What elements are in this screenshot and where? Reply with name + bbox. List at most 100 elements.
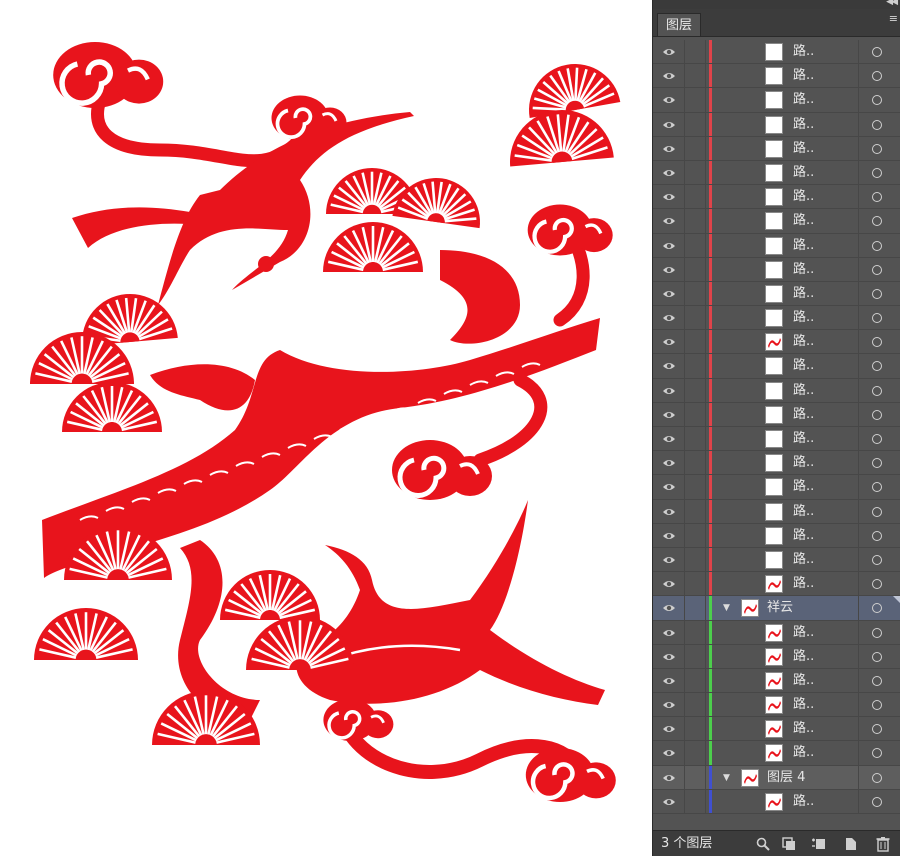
sublayer-row[interactable]: 路.. — [653, 354, 900, 379]
lock-toggle[interactable] — [685, 644, 706, 668]
lock-toggle[interactable] — [685, 572, 706, 596]
layer-name[interactable]: 路.. — [793, 88, 814, 111]
layer-name[interactable]: 路.. — [793, 64, 814, 87]
lock-toggle[interactable] — [685, 257, 706, 281]
target-circle-icon[interactable] — [858, 40, 900, 64]
target-circle-icon[interactable] — [858, 281, 900, 306]
tab-layers[interactable]: 图层 — [657, 13, 701, 36]
visibility-eye-icon[interactable] — [653, 596, 685, 620]
lock-toggle[interactable] — [685, 620, 706, 644]
sublayer-row[interactable]: 路.. — [653, 378, 900, 403]
lock-toggle[interactable] — [685, 136, 706, 160]
sublayer-row[interactable]: 路.. — [653, 668, 900, 694]
target-circle-icon[interactable] — [858, 499, 900, 523]
layer-name[interactable]: 路.. — [793, 403, 814, 426]
layer-name[interactable]: 路.. — [793, 451, 814, 474]
sublayer-row[interactable]: 路.. — [653, 572, 900, 597]
lock-toggle[interactable] — [685, 281, 706, 306]
visibility-eye-icon[interactable] — [653, 233, 685, 257]
layer-name[interactable]: 路.. — [793, 500, 814, 523]
lock-toggle[interactable] — [685, 741, 706, 765]
sublayer-row[interactable]: 路.. — [653, 693, 900, 718]
sublayer-row[interactable]: 路.. — [653, 620, 900, 645]
artboard-canvas[interactable] — [0, 0, 652, 856]
layer-name[interactable]: 路.. — [793, 113, 814, 136]
visibility-eye-icon[interactable] — [653, 402, 685, 426]
layer-name[interactable]: 路.. — [793, 524, 814, 547]
layer-name[interactable]: 路.. — [793, 548, 814, 571]
layer-name[interactable]: 祥云 — [767, 596, 793, 619]
sublayer-row[interactable]: 路.. — [653, 499, 900, 524]
layer-name[interactable]: 路.. — [793, 693, 814, 716]
target-circle-icon[interactable] — [858, 523, 900, 547]
sublayer-row[interactable]: 路.. — [653, 306, 900, 331]
visibility-eye-icon[interactable] — [653, 547, 685, 572]
layer-name[interactable]: 路.. — [793, 475, 814, 498]
lock-toggle[interactable] — [685, 160, 706, 185]
double-chevron-left-icon[interactable]: ◀◀ — [886, 0, 898, 7]
layer-name[interactable]: 路.. — [793, 40, 814, 63]
target-circle-icon[interactable] — [858, 112, 900, 136]
visibility-eye-icon[interactable] — [653, 354, 685, 378]
sublayer-row[interactable]: 路.. — [653, 523, 900, 548]
visibility-eye-icon[interactable] — [653, 572, 685, 596]
lock-toggle[interactable] — [685, 765, 706, 789]
search-icon[interactable] — [755, 836, 771, 852]
sublayer-row[interactable]: 路.. — [653, 475, 900, 500]
target-circle-icon[interactable] — [858, 209, 900, 233]
sublayer-row[interactable]: 路.. — [653, 233, 900, 258]
target-circle-icon[interactable] — [858, 306, 900, 330]
lock-toggle[interactable] — [685, 427, 706, 451]
target-circle-icon[interactable] — [858, 378, 900, 402]
visibility-eye-icon[interactable] — [653, 693, 685, 717]
lock-toggle[interactable] — [685, 306, 706, 330]
layer-name[interactable]: 路.. — [793, 185, 814, 208]
lock-toggle[interactable] — [685, 596, 706, 620]
visibility-eye-icon[interactable] — [653, 88, 685, 112]
target-circle-icon[interactable] — [858, 64, 900, 88]
target-circle-icon[interactable] — [858, 789, 900, 813]
create-sublayer-icon[interactable] — [811, 836, 827, 852]
disclosure-triangle-icon[interactable]: ▼ — [723, 766, 730, 790]
target-circle-icon[interactable] — [858, 717, 900, 741]
lock-toggle[interactable] — [685, 475, 706, 499]
lock-toggle[interactable] — [685, 451, 706, 475]
delete-icon[interactable] — [875, 836, 891, 852]
lock-toggle[interactable] — [685, 354, 706, 378]
visibility-eye-icon[interactable] — [653, 378, 685, 402]
make-clipping-mask-icon[interactable] — [781, 836, 797, 852]
sublayer-row[interactable]: 路.. — [653, 717, 900, 742]
visibility-eye-icon[interactable] — [653, 40, 685, 64]
sublayer-row[interactable]: 路.. — [653, 789, 900, 814]
visibility-eye-icon[interactable] — [653, 209, 685, 233]
sublayer-row[interactable]: 路.. — [653, 40, 900, 65]
lock-toggle[interactable] — [685, 330, 706, 354]
lock-toggle[interactable] — [685, 112, 706, 136]
visibility-eye-icon[interactable] — [653, 451, 685, 475]
visibility-eye-icon[interactable] — [653, 644, 685, 668]
sublayer-row[interactable]: 路.. — [653, 185, 900, 210]
target-circle-icon[interactable] — [858, 741, 900, 765]
visibility-eye-icon[interactable] — [653, 330, 685, 354]
panel-collapse-bar[interactable]: ◀◀ — [653, 0, 900, 9]
sublayer-row[interactable]: 路.. — [653, 64, 900, 89]
sublayer-row[interactable]: 路.. — [653, 427, 900, 452]
target-circle-icon[interactable] — [858, 233, 900, 257]
sublayer-row[interactable]: 路.. — [653, 741, 900, 766]
target-circle-icon[interactable] — [858, 88, 900, 112]
layer-name[interactable]: 路.. — [793, 427, 814, 450]
lock-toggle[interactable] — [685, 523, 706, 547]
visibility-eye-icon[interactable] — [653, 160, 685, 185]
layer-name[interactable]: 路.. — [793, 306, 814, 329]
visibility-eye-icon[interactable] — [653, 257, 685, 281]
layer-row[interactable]: ▼ 图层 4 — [653, 765, 900, 790]
target-circle-icon[interactable] — [858, 475, 900, 499]
target-circle-icon[interactable] — [858, 257, 900, 281]
layer-name[interactable]: 路.. — [793, 621, 814, 644]
target-circle-icon[interactable] — [858, 354, 900, 378]
new-layer-icon[interactable] — [843, 836, 859, 852]
visibility-eye-icon[interactable] — [653, 306, 685, 330]
layer-name[interactable]: 路.. — [793, 741, 814, 764]
sublayer-row[interactable]: 路.. — [653, 644, 900, 669]
layer-name[interactable]: 路.. — [793, 282, 814, 305]
